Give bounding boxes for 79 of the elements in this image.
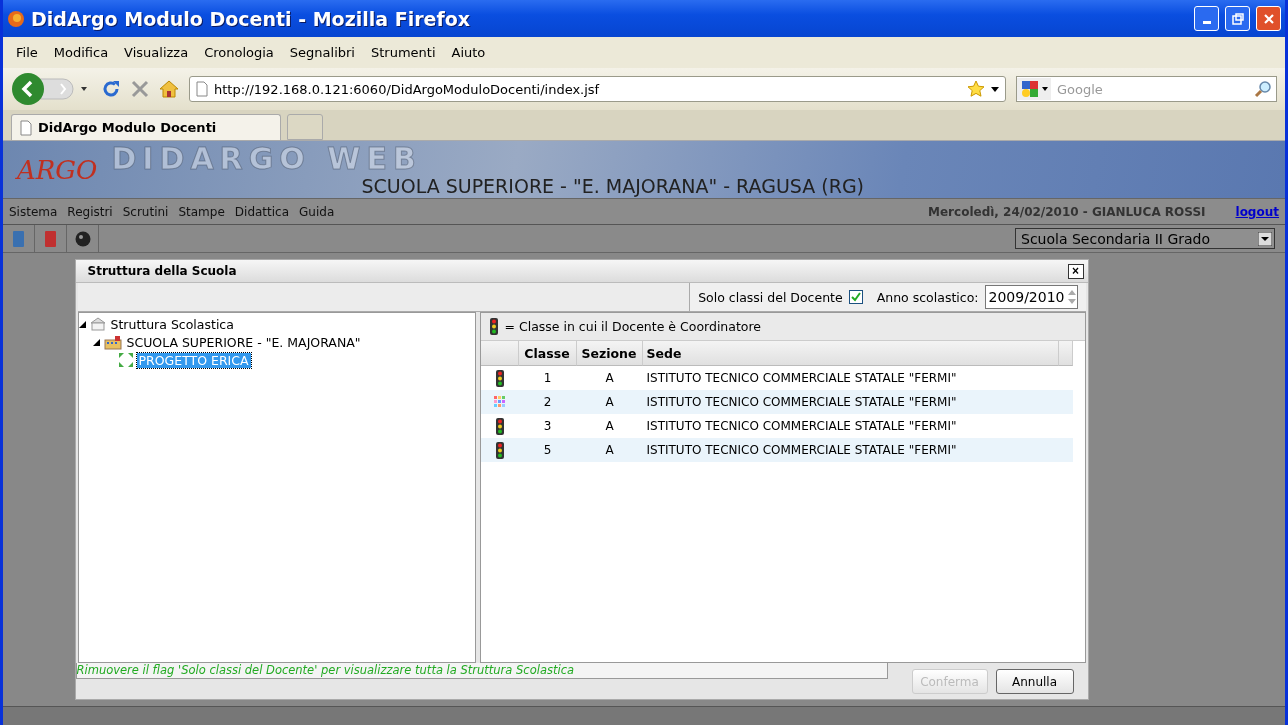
table-cell-text: A [604,442,615,459]
menu-item[interactable]: Strumenti [364,43,443,62]
table-cell-text: ISTITUTO TECNICO COMMERCIALE STATALE "FERMI" [645,418,958,435]
logo: ARGO [17,154,98,185]
tree-item[interactable]: Struttura Scolastica [108,316,236,332]
table-cell-text: 2 [542,394,553,411]
book-icon [45,230,56,247]
traffic-light-icon [494,417,505,435]
tree-toggle-icon[interactable] [78,320,86,328]
traffic-light-icon [494,441,505,459]
close-button[interactable]: × [1067,263,1084,279]
page-icon [196,81,208,97]
stop-icon[interactable] [131,80,149,98]
table-cell-text: ISTITUTO TECNICO COMMERCIALE STATALE "FERMI" [645,394,958,411]
table-cell-text: 5 [542,442,553,459]
dropdown-arrow-icon [1258,231,1272,246]
year-label: Anno scolastico: [876,289,979,305]
table-cell-text: ISTITUTO TECNICO COMMERCIALE STATALE "FERMI" [645,442,958,459]
year-spinner[interactable]: 2009/2010 [984,285,1078,309]
school-building-icon [103,334,122,350]
book-icon [13,230,24,247]
restore-icon [1231,12,1244,25]
window-title: DidArgo Modulo Docenti - Mozilla Firefox [31,7,472,30]
menu-item[interactable]: Scrutini [122,204,169,219]
school-name: SCUOLA SUPERIORE - "E. MAJORANA" - RAGUSA (RG) [361,174,865,197]
legend-text: = Classe in cui il Docente è Coordinatore [504,319,762,334]
reload-icon[interactable] [101,79,121,99]
minimize-button[interactable] [1194,6,1219,31]
building-icon [89,317,106,331]
column-header[interactable]: Classe [518,341,577,366]
menu-item[interactable]: File [9,43,45,62]
menu-item[interactable]: Registri [67,204,113,219]
maximize-button[interactable] [1225,6,1250,31]
table-cell-text: ISTITUTO TECNICO COMMERCIALE STATALE "FERMI" [645,370,958,387]
menu-item[interactable]: Sistema [9,204,58,219]
checkbox[interactable] [848,290,863,304]
menu-item[interactable]: Visualizza [117,43,196,62]
table-cell-text: 3 [542,418,553,435]
browser-logo-icon [7,9,25,28]
address-field[interactable]: http://192.168.0.121:6060/DidArgoModuloDocenti/index.jsf [189,76,1006,102]
tree-item[interactable]: SCUOLA SUPERIORE - "E. MAJORANA" [124,334,363,350]
menu-item[interactable]: Modifica [46,43,116,62]
hint-text: Rimuovere il flag 'Solo classi del Docente' per visualizzare tutta la Struttura Scolastica [75,663,888,679]
minimize-icon [1202,21,1211,24]
search-engine-icon[interactable] [1017,78,1051,100]
table-row[interactable]: 5 A ISTITUTO TECNICO COMMERCIALE STATALE "FERMI" [480,438,1073,462]
spinner-arrows-icon[interactable] [1066,288,1077,306]
page-icon [20,119,32,136]
menu-item[interactable]: Stampe [178,204,225,219]
column-header[interactable]: Sezione [576,341,643,366]
star-icon[interactable] [967,80,985,98]
cancel-button[interactable]: Annulla [995,669,1074,694]
ball-icon [74,230,91,247]
dialog-title: Struttura della Scuola [87,264,237,278]
menu-item[interactable]: Didattica [234,204,290,219]
colored-grid-icon [493,396,506,408]
arrows-icon [117,352,134,368]
table-cell-text: A [604,370,615,387]
traffic-light-icon [488,318,499,335]
dropdown-arrow-icon[interactable] [991,86,999,92]
menu-item[interactable]: Segnalibri [282,43,362,62]
table-cell-text: A [604,418,615,435]
search-icon[interactable] [1254,80,1272,98]
menu-item[interactable]: Cronologia [197,43,281,62]
home-icon[interactable] [159,80,179,98]
traffic-light-icon [494,369,505,387]
close-icon [1262,12,1275,25]
checkbox-label: Solo classi del Docente [698,289,843,305]
user-info: Mercoledì, 24/02/2010 - GIANLUCA ROSSI [928,204,1206,219]
table-row[interactable]: 2 A ISTITUTO TECNICO COMMERCIALE STATALE "FERMI" [480,390,1073,414]
table-cell-text: 1 [542,370,553,387]
table-cell-text: A [604,394,615,411]
school-type-select[interactable]: Scuola Secondaria II Grado [1015,228,1275,249]
column-header[interactable]: Sede [642,341,1059,366]
menu-item[interactable]: Guida [299,204,335,219]
browser-tab[interactable]: DidArgo Modulo Docenti [11,114,281,140]
menu-item[interactable]: Aiuto [444,43,493,62]
tree-toggle-icon[interactable] [92,338,100,346]
close-button[interactable] [1256,6,1281,31]
